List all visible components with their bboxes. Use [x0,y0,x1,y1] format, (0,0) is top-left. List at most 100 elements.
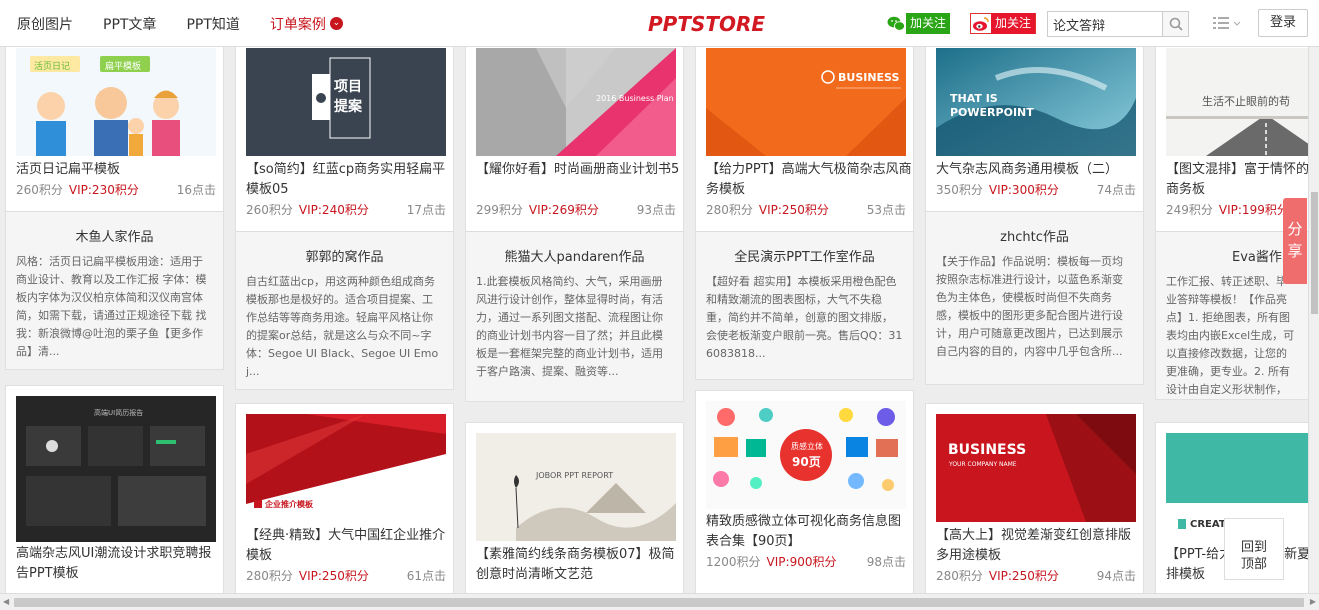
template-card[interactable]: BUSINESS 【给力PPT】高端大气极简杂志风商务模板 280积分 VIP:2… [695,40,914,380]
template-thumbnail[interactable]: BUSINESS [706,48,906,156]
wechat-icon [886,14,906,34]
search-input[interactable] [1048,12,1162,36]
thumb-label: YOUR COMPANY NAME [949,461,1017,468]
click-count: 93点击 [636,203,676,217]
vip-price: VIP:250积分 [298,569,369,583]
vertical-scrollbar[interactable] [1308,47,1319,593]
template-card[interactable]: 项目 提案 【so简约】红蓝cp商务实用轻扁平模板05 260积分 VIP:240… [235,40,454,390]
template-title[interactable]: 【耀你好看】时尚画册商业计划书5 [476,160,682,180]
template-thumbnail[interactable]: 项目 提案 [246,48,446,156]
weibo-follow-button[interactable]: 加关注 [970,13,1037,34]
nav-order-cases[interactable]: 订单案例 ⌄ [270,14,343,34]
template-card[interactable]: JOBOR PPT REPORT 【素雅简约线条商务模板07】极简创意时尚清晰文… [465,422,684,600]
points-price: 280积分 [936,569,983,583]
vip-price: VIP:250积分 [758,203,829,217]
author-section: 木鱼人家作品 风格：活页日记扁平模板用途：适用于商业设计、教育以及工作汇报 字体… [6,211,223,369]
template-card[interactable]: 2016 Business Plan 【耀你好看】时尚画册商业计划书5 299积… [465,40,684,402]
template-meta: 350积分 VIP:300积分 74点击 [936,180,1136,200]
template-title[interactable]: 【素雅简约线条商务模板07】极简创意时尚清晰文艺范 [476,545,682,585]
template-title[interactable]: 精致质感微立体可视化商务信息图表合集【90页】 [706,512,912,552]
nav-ppt-qa[interactable]: PPT知道 [186,14,239,34]
author-name[interactable]: 熊猫大人pandaren作品 [466,246,683,265]
vip-price: VIP:230积分 [68,183,139,197]
author-section: zhchtc作品 【关于作品】作品说明：模板每一页均按照杂志标准进行设计，以蓝色… [926,211,1143,384]
template-card[interactable]: 高端UI简历报告 高端杂志风UI潮流设计求职竞聘报告PPT模板 [5,385,224,600]
template-thumbnail[interactable]: 高端UI简历报告 [16,396,216,542]
template-title[interactable]: 大气杂志风商务通用模板（二） [936,160,1142,180]
template-card[interactable]: 活页日记 扁平模板 活页日记扁平模板 260积分 VIP:230积分 16点击 木鱼… [5,40,224,370]
points-price: 350积分 [936,183,983,197]
template-meta: 260积分 VIP:240积分 17点击 [246,200,446,220]
menu-list-icon[interactable] [1213,14,1243,32]
click-count: 16点击 [176,183,216,197]
scroll-right-icon[interactable]: ▶ [1310,597,1316,606]
share-tab[interactable]: 分 享 [1283,198,1307,284]
author-name[interactable]: 郭郭的窝作品 [236,246,453,265]
template-thumbnail[interactable]: 活页日记 扁平模板 [16,48,216,156]
template-card[interactable]: THAT IS POWERPOINT 大气杂志风商务通用模板（二） 350积分 V… [925,40,1144,385]
top-bar: 原创图片 PPT文章 PPT知道 订单案例 ⌄ PPTSTORE 加关注 加关注… [0,0,1319,47]
points-price: 299积分 [476,203,523,217]
template-title[interactable]: 【图文混排】富于情怀的商务板 [1166,160,1316,200]
points-price: 280积分 [246,569,293,583]
author-name[interactable]: 木鱼人家作品 [6,226,223,245]
template-thumbnail[interactable]: 2016 Business Plan [476,48,676,156]
template-thumbnail[interactable]: JOBOR PPT REPORT [476,433,676,541]
template-card[interactable]: 企业推介模板 【经典·精致】大气中国红企业推介模板 280积分 VIP:250积分… [235,403,454,600]
scroll-left-icon[interactable]: ◀ [3,597,9,606]
wechat-follow-label: 加关注 [906,13,951,34]
thumb-label: 活页日记 [34,62,71,72]
template-meta: 280积分 VIP:250积分 53点击 [706,200,906,220]
horizontal-scrollbar[interactable]: ◀ ▶ [0,593,1319,610]
author-section: 熊猫大人pandaren作品 1.此套模板风格简约、大气，采用画册风进行设计创作… [466,231,683,401]
share-label: 分 [1287,220,1303,238]
thumb-label: 高端UI简历报告 [94,409,144,417]
login-button[interactable]: 登录 [1258,9,1308,37]
template-card[interactable]: 质感立体 90页 精致质感微立体可视化商务信息图表合集【90页】 1200积分 V… [695,390,914,600]
template-thumbnail[interactable]: THAT IS POWERPOINT [936,48,1136,156]
template-meta: 1200积分 VIP:900积分 98点击 [706,552,906,572]
template-title[interactable]: 【so简约】红蓝cp商务实用轻扁平模板05 [246,160,452,200]
template-thumbnail[interactable]: 企业推介模板 [246,414,446,522]
author-name[interactable]: 全民演示PPT工作室作品 [696,246,913,265]
click-count: 94点击 [1096,569,1136,583]
template-title[interactable]: 活页日记扁平模板 [16,160,222,180]
thumb-label: 扁平模板 [105,62,142,72]
vip-price: VIP:300积分 [988,183,1059,197]
template-description: 工作汇报、转正述职、毕业答辩等模板！【作品亮点】1. 拒绝图表，所有图表均由内嵌… [1166,275,1295,396]
wechat-follow-button[interactable]: 加关注 [886,13,951,34]
thumb-label: 提案 [334,99,362,115]
author-name[interactable]: zhchtc作品 [926,226,1143,245]
vip-price: VIP:240积分 [298,203,369,217]
template-thumbnail[interactable]: 生活不止眼前的苟 [1166,48,1319,156]
template-title[interactable]: 高端杂志风UI潮流设计求职竞聘报告PPT模板 [16,544,222,584]
site-logo[interactable]: PPTSTORE [648,12,765,36]
template-description: 【关于作品】作品说明：模板每一页均按照杂志标准进行设计，以蓝色系渐变色为主体色，… [936,255,1123,358]
horizontal-scroll-thumb[interactable] [14,598,1304,607]
points-price: 249积分 [1166,203,1213,217]
weibo-follow-label: 加关注 [991,13,1036,34]
nav-original-images[interactable]: 原创图片 [17,14,73,34]
vertical-scroll-thumb[interactable] [1311,192,1318,314]
template-title[interactable]: 【给力PPT】高端大气极简杂志风商务模板 [706,160,912,200]
back-to-top-button[interactable]: 回到 顶部 [1224,518,1284,580]
author-section: 全民演示PPT工作室作品 【超好看 超实用】本模板采用橙色配色和精致潮流的图表图… [696,231,913,379]
template-meta: 260积分 VIP:230积分 16点击 [16,180,216,200]
template-title[interactable]: 【经典·精致】大气中国红企业推介模板 [246,526,452,566]
thumb-label: JOBOR PPT REPORT [536,471,614,480]
thumb-label: 质感立体 [791,442,823,451]
template-thumbnail[interactable]: BUSINESS YOUR COMPANY NAME [936,414,1136,522]
back-to-top-label: 顶部 [1240,557,1267,572]
template-description: 自古红蓝出cp，用这两种颜色组成商务模板那也是极好的。适合项目提案、工作总结等等… [246,275,439,378]
template-description: 风格：活页日记扁平模板用途：适用于商业设计、教育以及工作汇报 字体：模板内字体为… [16,255,207,358]
main-nav: 原创图片 PPT文章 PPT知道 订单案例 ⌄ [0,0,356,47]
template-card[interactable]: BUSINESS YOUR COMPANY NAME 【高大上】视觉差渐变红创意… [925,403,1144,600]
template-description: 【超好看 超实用】本模板采用橙色配色和精致潮流的图表图标，大气不失稳重，简约并不… [706,275,903,360]
thumb-label: POWERPOINT [950,106,1034,119]
template-title[interactable]: 【高大上】视觉差渐变红创意排版多用途模板 [936,526,1142,566]
template-meta: 299积分 VIP:269积分 93点击 [476,200,676,220]
nav-ppt-articles[interactable]: PPT文章 [103,14,156,34]
template-thumbnail[interactable]: 质感立体 90页 [706,401,906,509]
search-button[interactable] [1162,12,1188,36]
vip-price: VIP:250积分 [988,569,1059,583]
